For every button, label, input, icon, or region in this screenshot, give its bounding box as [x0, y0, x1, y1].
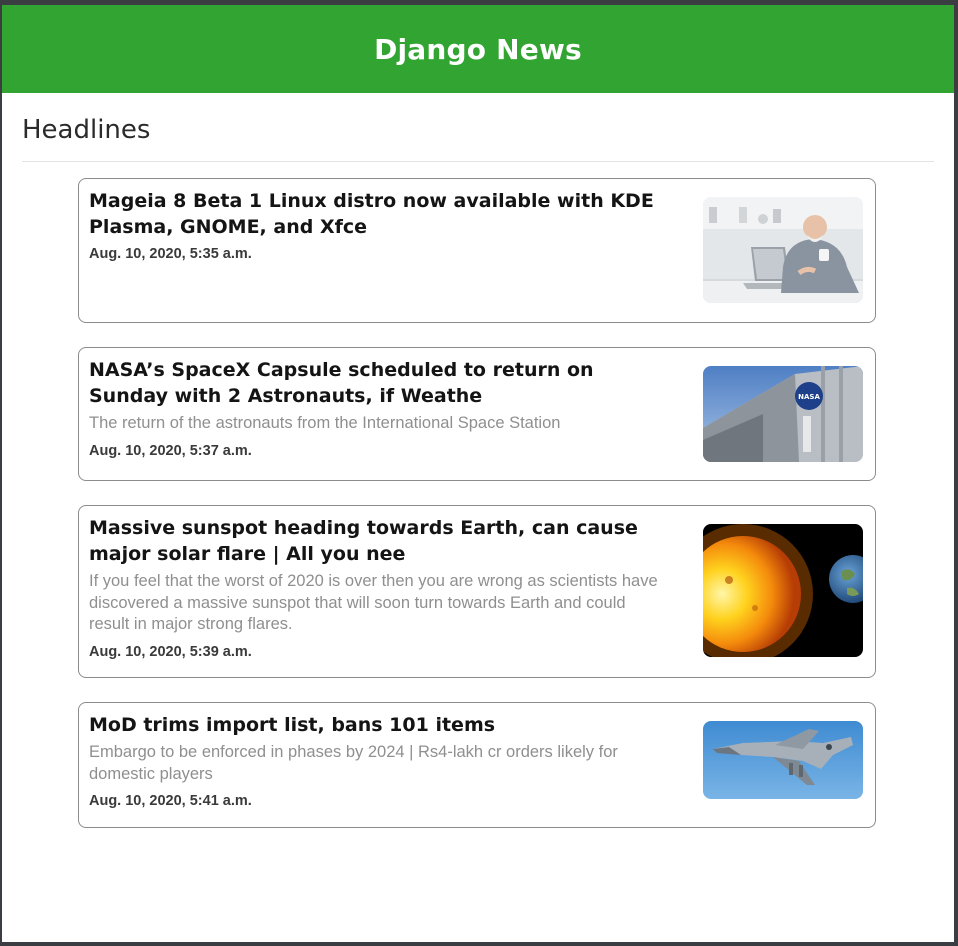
article-thumbnail-nasa-building[interactable]: NASA — [703, 366, 863, 462]
article-body: NASA’s SpaceX Capsule scheduled to retur… — [89, 357, 664, 459]
article-date: Aug. 10, 2020, 5:37 a.m. — [89, 442, 252, 459]
article-description: If you feel that the worst of 2020 is ov… — [89, 572, 658, 633]
article-description: The return of the astronauts from the In… — [89, 414, 561, 432]
article-title[interactable]: Massive sunspot heading towards Earth, c… — [89, 515, 664, 567]
article-card[interactable]: Massive sunspot heading towards Earth, c… — [78, 505, 876, 678]
article-body: MoD trims import list, bans 101 items Em… — [89, 712, 664, 809]
article-thumbnail-fighter-jet[interactable] — [703, 721, 863, 799]
article-description: Embargo to be enforced in phases by 2024… — [89, 743, 618, 783]
article-thumbnail-man-with-laptop[interactable] — [703, 197, 863, 303]
headlines-heading: Headlines — [22, 93, 934, 162]
article-body: Mageia 8 Beta 1 Linux distro now availab… — [89, 188, 664, 262]
article-title[interactable]: MoD trims import list, bans 101 items — [89, 712, 664, 738]
navbar: Django News — [2, 5, 954, 93]
article-card[interactable]: NASA’s SpaceX Capsule scheduled to retur… — [78, 347, 876, 481]
browser-viewport: Django News Headlines Mageia 8 Beta 1 Li… — [2, 5, 954, 942]
article-card[interactable]: Mageia 8 Beta 1 Linux distro now availab… — [78, 178, 876, 323]
article-body: Massive sunspot heading towards Earth, c… — [89, 515, 664, 660]
site-brand-link[interactable]: Django News — [374, 33, 582, 66]
svg-text:NASA: NASA — [798, 393, 820, 401]
article-date: Aug. 10, 2020, 5:41 a.m. — [89, 793, 252, 809]
article-date: Aug. 10, 2020, 5:35 a.m. — [89, 246, 252, 262]
article-card[interactable]: MoD trims import list, bans 101 items Em… — [78, 702, 876, 828]
article-date: Aug. 10, 2020, 5:39 a.m. — [89, 643, 252, 660]
article-thumbnail-sun-and-earth[interactable] — [703, 524, 863, 657]
article-title[interactable]: NASA’s SpaceX Capsule scheduled to retur… — [89, 357, 664, 409]
article-title[interactable]: Mageia 8 Beta 1 Linux distro now availab… — [89, 188, 664, 240]
